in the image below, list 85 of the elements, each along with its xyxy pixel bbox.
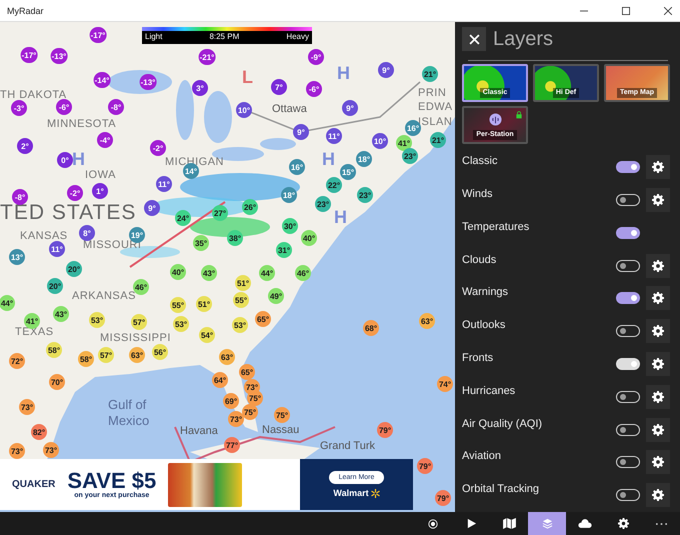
- maximize-icon[interactable]: [622, 6, 630, 14]
- brand-logo: QUAKER: [12, 479, 56, 490]
- settings-icon: [618, 518, 628, 529]
- layer-name: Air Quality (AQI): [462, 418, 542, 430]
- layer-name: Clouds: [462, 254, 496, 266]
- high-pressure-label: H: [72, 150, 85, 168]
- close-button[interactable]: [462, 27, 486, 51]
- layer-toggle[interactable]: [616, 358, 640, 370]
- play-icon: [466, 518, 476, 529]
- country-label: TED STATES: [0, 202, 136, 223]
- layer-toggle[interactable]: [616, 260, 640, 272]
- high-pressure-label: H: [337, 64, 350, 82]
- settings-icon: [652, 358, 664, 370]
- layer-toggle[interactable]: [616, 194, 640, 206]
- settings-button[interactable]: [646, 188, 670, 212]
- spark-icon: [370, 488, 380, 498]
- layer-name: Temperatures: [462, 220, 530, 233]
- layers-icon: [542, 518, 552, 529]
- legend-label: Heavy: [286, 31, 309, 43]
- layer-toggle[interactable]: [616, 424, 640, 436]
- layer-name: Hurricanes: [462, 384, 516, 397]
- settings-icon: [652, 260, 664, 272]
- settings-button[interactable]: [646, 352, 670, 376]
- region-label: PRIN: [418, 88, 446, 99]
- settings-button[interactable]: [646, 286, 670, 310]
- settings-icon: [652, 489, 664, 502]
- layer-name: Outlooks: [462, 319, 506, 332]
- layer-name: Classic: [462, 155, 498, 168]
- settings-button[interactable]: [646, 384, 670, 409]
- cloud-icon: [578, 518, 592, 529]
- close-icon: [468, 34, 480, 44]
- settings-icon: [652, 325, 664, 338]
- region-label: KANSAS: [20, 231, 68, 242]
- region-label: IOWA: [85, 170, 116, 181]
- settings-button[interactable]: [646, 254, 670, 278]
- settings-icon: [652, 424, 664, 436]
- window-title: MyRadar: [7, 6, 44, 16]
- legend-label: Light: [145, 31, 162, 43]
- region-label: EDWA: [418, 102, 453, 113]
- sea-label: Gulf of Mexico: [108, 397, 150, 430]
- layer-toggle[interactable]: [616, 226, 640, 239]
- settings-icon: [652, 161, 664, 174]
- close-icon[interactable]: [664, 6, 672, 14]
- more-icon: [654, 522, 668, 526]
- layer-toggle[interactable]: [616, 161, 640, 174]
- target-icon: [428, 518, 438, 528]
- city-label: Grand Turk: [320, 441, 376, 452]
- settings-button[interactable]: [646, 319, 670, 344]
- region-label: ISLAN: [418, 117, 452, 128]
- station-icon: [489, 113, 502, 126]
- settings-button[interactable]: [646, 450, 670, 474]
- region-label: MISSOURI: [83, 240, 142, 251]
- region-label: TH DAKOTA: [0, 90, 67, 101]
- layer-toggle[interactable]: [616, 456, 640, 468]
- city-label: Havana: [180, 426, 218, 437]
- region-label: TEXAS: [15, 327, 54, 338]
- layer-toggle[interactable]: [616, 390, 640, 403]
- layer-toggle[interactable]: [616, 325, 640, 338]
- radar-time: 8:25 PM: [209, 31, 240, 43]
- map-icon: [502, 518, 516, 529]
- layer-name: Orbital Tracking: [462, 483, 540, 496]
- layer-toggle[interactable]: [616, 292, 640, 304]
- settings-button[interactable]: [646, 418, 670, 442]
- settings-button[interactable]: [646, 155, 670, 180]
- city-label: Nassau: [262, 425, 300, 436]
- city-label: Ottawa: [272, 104, 307, 115]
- layer-name: Fronts: [462, 352, 494, 364]
- region-label: ARKANSAS: [72, 291, 136, 302]
- region-label: MISSISSIPPI: [100, 333, 171, 344]
- settings-icon: [652, 194, 664, 206]
- layer-name: Aviation: [462, 450, 501, 462]
- settings-button[interactable]: [646, 483, 670, 508]
- layer-name: Warnings: [462, 286, 508, 298]
- region-label: MINNESOTA: [47, 119, 116, 130]
- ad-headline: SAVE $5: [67, 470, 156, 492]
- high-pressure-label: H: [334, 208, 347, 226]
- settings-icon: [652, 292, 664, 304]
- panel-title: Layers: [493, 28, 554, 50]
- high-pressure-label: H: [322, 150, 335, 168]
- low-pressure-label: L: [242, 68, 253, 86]
- settings-icon: [652, 390, 664, 403]
- settings-icon: [652, 456, 664, 468]
- layer-name: Winds: [462, 188, 493, 200]
- retailer-logo-text: Walmart: [333, 488, 369, 498]
- layer-toggle[interactable]: [616, 489, 640, 502]
